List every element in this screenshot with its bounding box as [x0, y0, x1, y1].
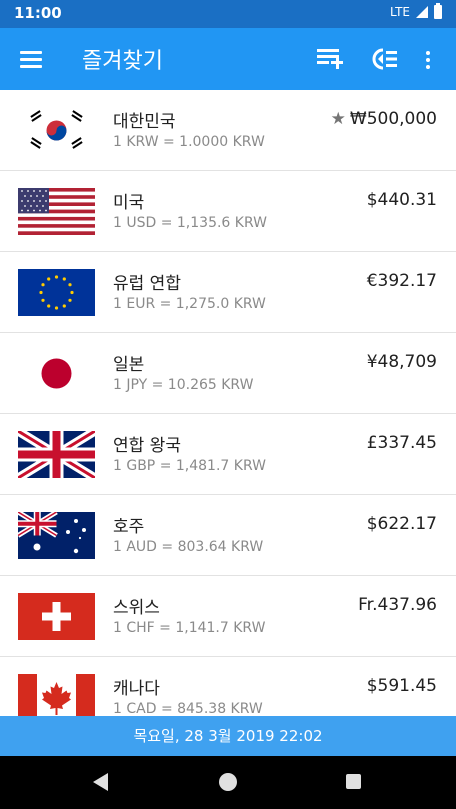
currency-row-aud[interactable]: 호주 1 AUD = 803.64 KRW $622.17: [0, 495, 456, 576]
japan-flag: [18, 350, 95, 397]
canada-flag: [18, 674, 95, 716]
converted-amount[interactable]: £337.45: [367, 433, 437, 453]
south-korea-flag: [18, 107, 95, 154]
united-kingdom-flag: [18, 431, 95, 478]
country-name: 대한민국: [113, 112, 176, 132]
converted-amount[interactable]: Fr.437.96: [358, 595, 437, 615]
menu-button[interactable]: [14, 45, 50, 73]
currency-row-jpy[interactable]: 일본 1 JPY = 10.265 KRW ¥48,709: [0, 333, 456, 414]
converted-amount[interactable]: $591.45: [367, 676, 437, 696]
country-name: 일본: [113, 355, 145, 375]
country-name: 유럽 연합: [113, 274, 181, 294]
converted-amount[interactable]: $440.31: [367, 190, 437, 210]
australia-flag: [18, 512, 95, 559]
exchange-rate: 1 USD = 1,135.6 KRW: [113, 215, 267, 231]
more-options-button[interactable]: [414, 42, 442, 76]
page-title: 즐겨찾기: [82, 49, 163, 74]
switzerland-flag: [18, 593, 95, 640]
currency-row-gbp[interactable]: 연합 왕국 1 GBP = 1,481.7 KRW £337.45: [0, 414, 456, 495]
signal-icon: [416, 6, 428, 18]
country-name: 캐나다: [113, 679, 160, 699]
add-currency-button[interactable]: [313, 42, 347, 76]
exchange-rate: 1 AUD = 803.64 KRW: [113, 539, 264, 555]
currency-row-eur[interactable]: 유럽 연합 1 EUR = 1,275.0 KRW €392.17: [0, 252, 456, 333]
back-icon[interactable]: [93, 773, 108, 791]
country-name: 연합 왕국: [113, 436, 181, 456]
sort-button[interactable]: [368, 42, 402, 76]
more-vert-icon: [426, 51, 430, 55]
recent-apps-icon[interactable]: [346, 774, 361, 789]
star-icon: ★: [330, 109, 346, 129]
exchange-rate: 1 GBP = 1,481.7 KRW: [113, 458, 266, 474]
european-union-flag: [18, 269, 95, 316]
status-icons: LTE: [390, 3, 442, 19]
currency-row-chf[interactable]: 스위스 1 CHF = 1,141.7 KRW Fr.437.96: [0, 576, 456, 657]
playlist-add-icon: [317, 49, 339, 52]
status-time: 11:00: [14, 4, 62, 22]
network-type: LTE: [390, 5, 410, 19]
app-bar: 즐겨찾기: [0, 28, 456, 90]
amount-value: ₩500,000: [349, 109, 437, 129]
united-states-flag: [18, 188, 95, 235]
exchange-rate: 1 KRW = 1.0000 KRW: [113, 134, 265, 150]
currency-row-krw[interactable]: 대한민국 1 KRW = 1.0000 KRW ★ ₩500,000: [0, 90, 456, 171]
country-name: 스위스: [113, 598, 160, 618]
exchange-rate: 1 CHF = 1,141.7 KRW: [113, 620, 266, 636]
country-name: 호주: [113, 517, 145, 537]
currency-row-cad[interactable]: 캐나다 1 CAD = 845.38 KRW $591.45: [0, 657, 456, 716]
menu-icon: [20, 51, 42, 54]
currency-list[interactable]: 대한민국 1 KRW = 1.0000 KRW ★ ₩500,000 미국 1 …: [0, 90, 456, 716]
exchange-rate: 1 JPY = 10.265 KRW: [113, 377, 254, 393]
converted-amount[interactable]: ★ ₩500,000: [331, 109, 437, 129]
last-updated-bar: 목요일, 28 3월 2019 22:02: [0, 716, 456, 756]
exchange-rate: 1 EUR = 1,275.0 KRW: [113, 296, 266, 312]
home-icon[interactable]: [219, 773, 237, 791]
converted-amount[interactable]: $622.17: [367, 514, 437, 534]
sort-icon: [372, 48, 397, 70]
exchange-rate: 1 CAD = 845.38 KRW: [113, 701, 263, 716]
country-name: 미국: [113, 193, 145, 213]
status-bar: 11:00 LTE: [0, 0, 456, 28]
converted-amount[interactable]: ¥48,709: [367, 352, 437, 372]
battery-icon: [434, 3, 442, 19]
navigation-bar: [0, 756, 456, 809]
converted-amount[interactable]: €392.17: [367, 271, 437, 291]
currency-row-usd[interactable]: 미국 1 USD = 1,135.6 KRW $440.31: [0, 171, 456, 252]
